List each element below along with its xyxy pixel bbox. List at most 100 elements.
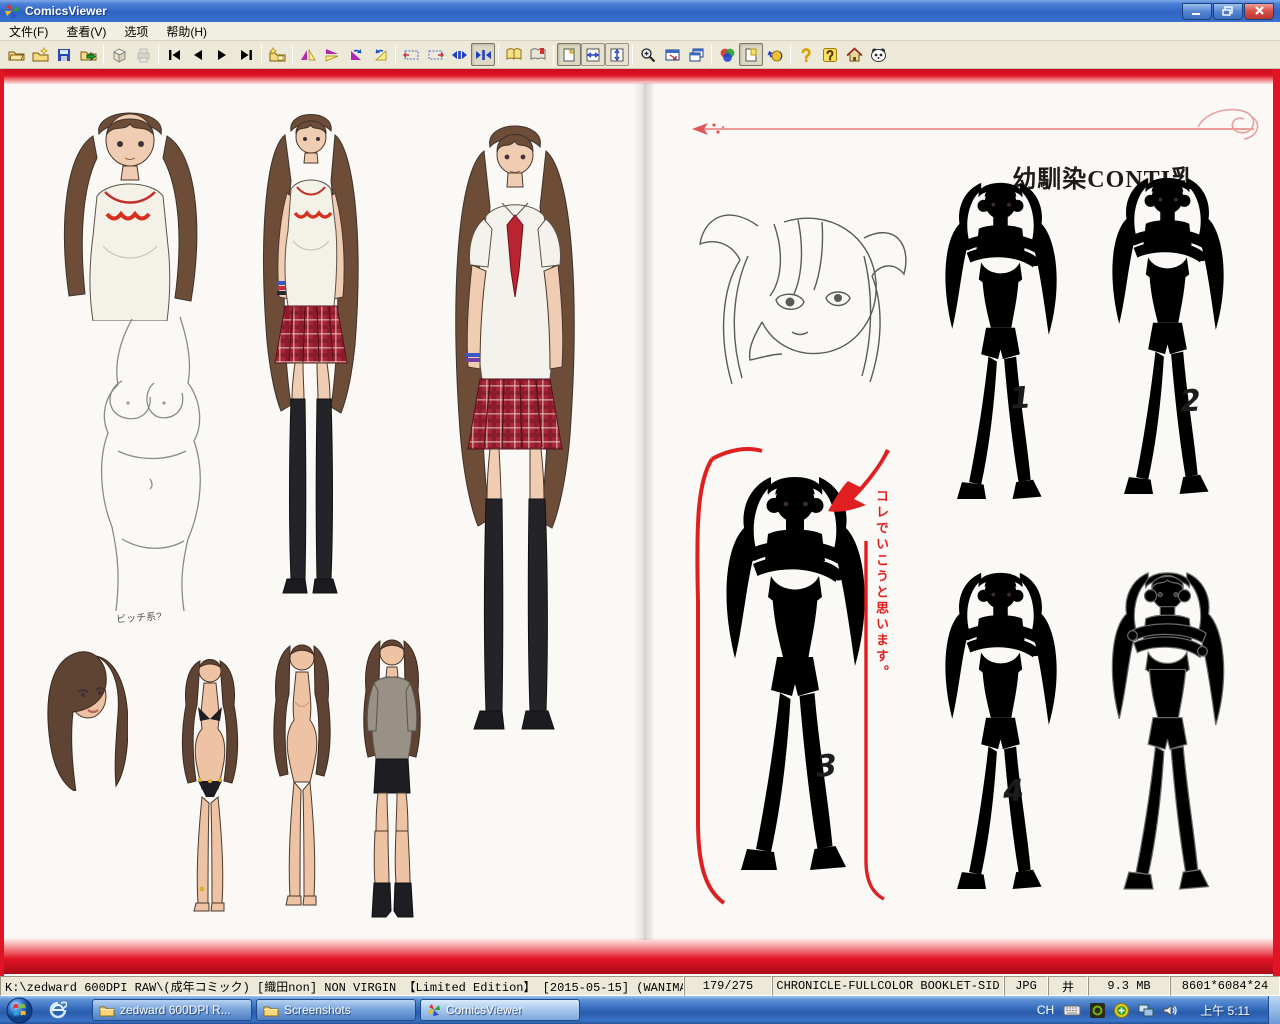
view-fit-width-button[interactable] [581,43,605,66]
flip-vertical-button[interactable] [320,43,344,66]
variant-number-1: 1 [1009,380,1032,416]
edit-book-icon [529,47,547,62]
print-button[interactable] [131,43,155,66]
previous-page-button[interactable] [186,43,210,66]
artwork-face-portrait [38,646,128,791]
open-folder-icon [8,47,25,63]
close-icon [1254,6,1265,16]
open-book-button[interactable] [502,43,526,66]
artwork-tank-skirt-figure [243,101,378,621]
split-pages-button[interactable] [471,43,495,66]
screen: ComicsViewer 文件(F) 查看(V) 选项 帮助(H) [0,0,1280,1024]
network-tray-icon[interactable] [1138,1004,1154,1017]
context-help-button[interactable] [818,43,842,66]
quick-launch-ie[interactable] [38,1001,78,1019]
color-adjust-button[interactable] [715,43,739,66]
status-dimensions: 8601*6084*24 [1170,976,1280,996]
save-button[interactable] [52,43,76,66]
close-button[interactable] [1244,3,1274,20]
minimize-button[interactable] [1182,3,1212,20]
page-view[interactable]: ビッチ系? [0,69,1280,976]
package-extract-button[interactable] [107,43,131,66]
cascade-windows-button[interactable] [684,43,708,66]
home-icon [846,47,863,63]
stretch-width-button[interactable] [447,43,471,66]
about-button[interactable] [866,43,890,66]
variant-number-4: 4 [1002,773,1025,809]
menu-help[interactable]: 帮助(H) [157,21,216,42]
last-page-button[interactable] [234,43,258,66]
artwork-nude-figure [260,636,344,926]
open-archive-button[interactable] [4,43,28,66]
status-page-indicator: 179/275 [684,976,772,996]
rotate-right-icon [372,47,389,62]
new-folder-button[interactable] [28,43,52,66]
folder-icon [99,1003,115,1017]
trim-right-margin-button[interactable] [423,43,447,66]
first-page-button[interactable] [162,43,186,66]
show-desktop-button[interactable] [1268,996,1280,1024]
package-icon [111,47,128,63]
status-format: JPG [1004,976,1048,996]
menu-file[interactable]: 文件(F) [0,21,57,42]
task-label: Screenshots [284,1003,351,1017]
view-fit-height-button[interactable] [605,43,629,66]
comicsviewer-icon [427,1003,441,1017]
task-zedward-folder[interactable]: zedward 600DPI R... [92,999,252,1021]
zoom-in-button[interactable] [636,43,660,66]
status-image-name: CHRONICLE-FULLCOLOR BOOKLET-SID [772,976,1004,996]
system-tray: CH 上午 5:11 [1037,1002,1268,1019]
menu-bar: 文件(F) 查看(V) 选项 帮助(H) [0,22,1280,41]
variant-number-2: 2 [1179,383,1202,419]
flip-horizontal-button[interactable] [296,43,320,66]
page-mode-button[interactable] [739,43,763,66]
fit-width-icon [585,47,601,63]
edit-book-button[interactable] [526,43,550,66]
nvidia-tray-icon[interactable] [1090,1003,1105,1018]
red-annotation-text: コレでいこうと思います。 [872,489,891,704]
volume-tray-icon[interactable] [1163,1004,1177,1017]
new-image-button[interactable] [265,43,289,66]
internet-explorer-icon [49,1001,67,1019]
tray-language-indicator[interactable]: CH [1037,1003,1054,1017]
page-border-bottom [0,938,1280,974]
task-screenshots-folder[interactable]: Screenshots [256,999,416,1021]
new-folder-icon [32,47,49,63]
menu-view[interactable]: 查看(V) [57,21,115,42]
task-comicsviewer[interactable]: ComicsViewer [420,999,580,1021]
restore-icon [1222,6,1234,16]
artwork-head-sketch [688,196,915,401]
next-page-icon [215,48,229,62]
panda-face-icon [870,47,887,62]
artwork-bust-portrait [35,96,228,321]
view-single-page-button[interactable] [557,43,581,66]
start-button[interactable] [0,996,38,1024]
rotate-left-button[interactable] [344,43,368,66]
page-mode-icon [743,47,759,63]
menu-options[interactable]: 选项 [115,21,157,42]
status-file-path: K:\zedward 600DPI RAW\(成年コミック) [織田non] N… [0,976,684,996]
home-button[interactable] [842,43,866,66]
cascade-windows-icon [688,47,705,62]
trim-left-margin-button[interactable] [399,43,423,66]
first-page-icon [167,48,182,62]
fit-window-button[interactable] [660,43,684,66]
next-page-button[interactable] [210,43,234,66]
task-items: zedward 600DPI R... Screenshots ComicsVi… [92,999,580,1021]
safety-tray-icon[interactable] [1114,1003,1129,1018]
pointer-sound-icon [767,47,784,63]
open-book-icon [505,47,523,62]
help-button[interactable] [794,43,818,66]
flip-vertical-icon [324,48,340,62]
artwork-variant-1 [928,166,1073,528]
color-rgb-icon [719,47,735,63]
rotate-right-button[interactable] [368,43,392,66]
app-icon [4,3,20,19]
restore-button[interactable] [1213,3,1243,20]
export-folder-button[interactable] [76,43,100,66]
new-image-icon [269,47,286,63]
folder-icon [263,1003,279,1017]
toolbar [0,41,1280,69]
pointer-settings-button[interactable] [763,43,787,66]
keyboard-icon[interactable] [1063,1004,1081,1016]
